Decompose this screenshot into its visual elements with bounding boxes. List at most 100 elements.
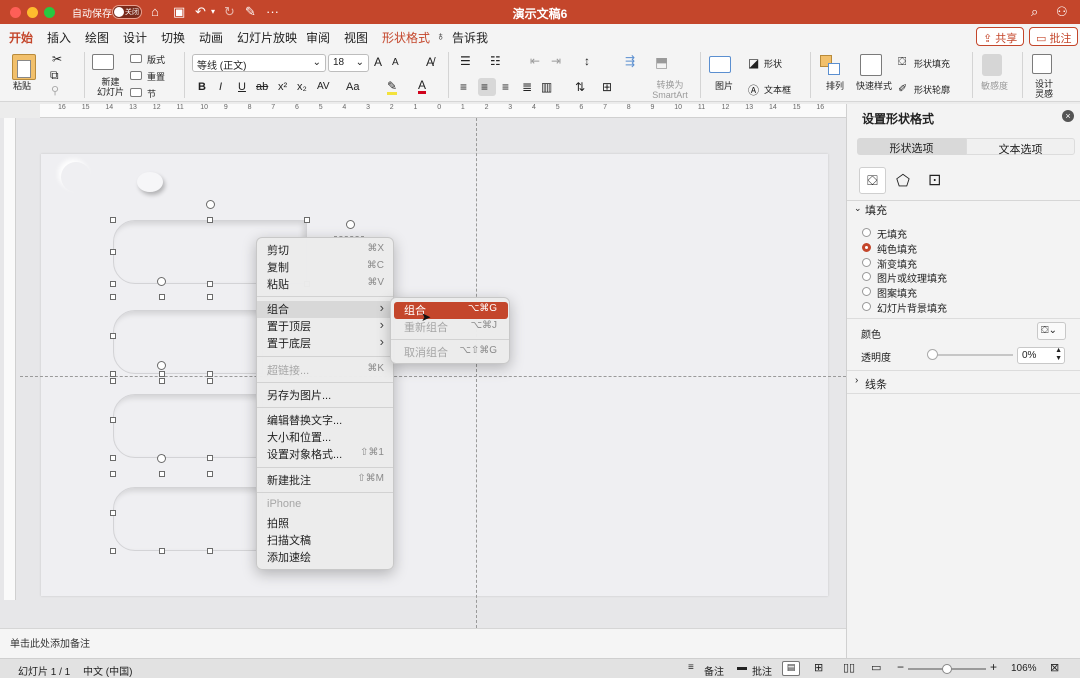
- transparency-slider-knob[interactable]: [927, 349, 938, 360]
- selected-shape-4[interactable]: [113, 487, 263, 551]
- resize-handle[interactable]: [158, 471, 165, 477]
- color-picker[interactable]: ⛋⌄: [1037, 322, 1066, 340]
- change-case-button[interactable]: Aa: [346, 81, 359, 93]
- resize-handle[interactable]: [110, 332, 116, 339]
- italic-button[interactable]: I: [219, 81, 222, 93]
- resize-handle[interactable]: [110, 509, 116, 516]
- picture-icon[interactable]: [709, 56, 731, 73]
- comments-status-button[interactable]: 批注: [752, 663, 772, 678]
- tab-shape-format[interactable]: 形状格式: [382, 29, 430, 46]
- justify-icon[interactable]: ≣: [522, 80, 532, 94]
- tab-slideshow[interactable]: 幻灯片放映: [237, 29, 297, 46]
- resize-handle[interactable]: [207, 217, 213, 223]
- align-text-icon[interactable]: ⊞: [602, 80, 612, 94]
- selected-shape-2[interactable]: [113, 310, 263, 374]
- shapes-button[interactable]: 形状: [764, 57, 782, 70]
- section-button[interactable]: 节: [147, 87, 156, 100]
- menu-item-bring-to-front[interactable]: 置于顶层 ›: [257, 317, 395, 335]
- fill-line-icon[interactable]: ⛋: [859, 167, 886, 194]
- chevron-down-icon[interactable]: ⌄: [854, 203, 862, 214]
- transparency-slider-track[interactable]: [933, 354, 1013, 356]
- highlight-icon[interactable]: ✎: [387, 80, 398, 95]
- line-spacing-icon[interactable]: ↕: [584, 54, 590, 68]
- columns-icon[interactable]: ▥: [541, 80, 552, 94]
- menu-item-paste[interactable]: 粘贴 ⌘V: [257, 276, 395, 293]
- menu-item-edit-alt-text[interactable]: 编辑替换文字...: [257, 412, 395, 429]
- reset-button[interactable]: 重置: [147, 70, 165, 83]
- resize-handle[interactable]: [158, 371, 165, 377]
- rotate-handle[interactable]: [346, 220, 355, 229]
- paste-button[interactable]: 粘贴: [13, 81, 31, 91]
- convert-smartart-icon[interactable]: ⬒: [655, 54, 668, 71]
- menu-item-save-as-picture[interactable]: 另存为图片...: [257, 387, 395, 404]
- close-pane-icon[interactable]: ×: [1062, 110, 1074, 122]
- menu-item-new-comment[interactable]: 新建批注 ⇧⌘M: [257, 472, 395, 489]
- rotate-handle[interactable]: [205, 200, 215, 209]
- submenu-item-regroup[interactable]: 重新组合 ⌥⌘J: [394, 319, 508, 336]
- tab-animations[interactable]: 动画: [199, 29, 223, 46]
- menu-item-copy[interactable]: 复制 ⌘C: [257, 259, 395, 276]
- zoom-out-button[interactable]: −: [897, 660, 904, 674]
- resize-handle[interactable]: [207, 281, 213, 287]
- menu-item-group[interactable]: 组合 ›: [257, 300, 395, 318]
- quick-styles-button[interactable]: 快速样式: [856, 81, 892, 91]
- resize-handle[interactable]: [304, 217, 310, 223]
- layout-button[interactable]: 版式: [147, 53, 165, 66]
- rotate-handle[interactable]: [157, 361, 166, 370]
- rotate-handle[interactable]: [157, 277, 166, 286]
- designer-button[interactable]: 设计 灵感: [1035, 79, 1053, 99]
- resize-handle[interactable]: [158, 548, 165, 554]
- menu-item-cut[interactable]: 剪切 ⌘X: [257, 242, 395, 259]
- submenu-item-group[interactable]: 组合 ⌥⌘G: [394, 302, 508, 319]
- menu-item-hyperlink[interactable]: 超链接... ⌘K: [257, 362, 395, 379]
- search-icon[interactable]: ⌕: [1031, 4, 1038, 20]
- resize-handle[interactable]: [110, 378, 116, 384]
- zoom-in-button[interactable]: +: [990, 660, 997, 674]
- tab-insert[interactable]: 插入: [47, 29, 71, 46]
- bullets-icon[interactable]: ☰: [460, 54, 471, 68]
- sensitivity-button[interactable]: 敏感度: [981, 81, 1008, 91]
- radio-gradient-fill[interactable]: [862, 258, 871, 267]
- resize-handle[interactable]: [110, 471, 116, 477]
- picture-button[interactable]: 图片: [715, 81, 733, 91]
- new-slide-icon[interactable]: [92, 54, 114, 70]
- radio-picture-fill[interactable]: [862, 272, 871, 281]
- resize-handle[interactable]: [110, 294, 116, 300]
- chevron-right-icon[interactable]: ›: [855, 375, 858, 386]
- grow-font-button[interactable]: A: [374, 55, 382, 69]
- shrink-font-button[interactable]: A: [392, 57, 399, 68]
- char-spacing-button[interactable]: AV: [317, 81, 330, 92]
- notes-button[interactable]: 备注: [704, 663, 724, 678]
- menu-item-format-object[interactable]: 设置对象格式... ⇧⌘1: [257, 446, 395, 463]
- tab-text-options[interactable]: 文本选项: [966, 138, 1075, 156]
- resize-handle[interactable]: [207, 548, 213, 554]
- shape-outline-button[interactable]: 形状轮廓: [914, 83, 950, 96]
- tab-review[interactable]: 审阅: [306, 29, 330, 46]
- tab-draw[interactable]: 绘图: [85, 29, 109, 46]
- size-properties-icon[interactable]: ⊡: [928, 170, 941, 190]
- line-section-header[interactable]: 线条: [865, 376, 887, 392]
- resize-handle[interactable]: [110, 371, 116, 377]
- arrange-button[interactable]: 排列: [826, 81, 844, 91]
- radio-slide-bg-fill[interactable]: [862, 302, 871, 311]
- tab-home[interactable]: 开始: [9, 29, 34, 52]
- resize-handle[interactable]: [110, 416, 116, 423]
- fill-section-header[interactable]: 填充: [865, 202, 887, 218]
- clear-format-icon[interactable]: A̸: [426, 55, 434, 69]
- tell-me[interactable]: 告诉我: [452, 29, 488, 46]
- resize-handle[interactable]: [207, 471, 213, 477]
- resize-handle[interactable]: [207, 371, 213, 377]
- resize-handle[interactable]: [110, 548, 116, 554]
- reading-view-icon[interactable]: ▯▯: [843, 661, 855, 674]
- slideshow-icon[interactable]: ▭: [871, 661, 881, 674]
- tab-view[interactable]: 视图: [344, 29, 368, 46]
- transparency-input[interactable]: 0% ▲ ▼: [1017, 347, 1065, 364]
- tab-transitions[interactable]: 切换: [161, 29, 185, 46]
- textbox-button[interactable]: 文本框: [764, 83, 791, 96]
- align-left-icon[interactable]: ≡: [460, 80, 467, 94]
- resize-handle[interactable]: [207, 294, 213, 300]
- account-icon[interactable]: ⚇: [1056, 4, 1068, 20]
- submenu-item-ungroup[interactable]: 取消组合 ⌥⇧⌘G: [394, 344, 508, 361]
- comments-button[interactable]: ▭ 批注: [1029, 27, 1079, 46]
- subscript-button[interactable]: x₂: [297, 81, 307, 93]
